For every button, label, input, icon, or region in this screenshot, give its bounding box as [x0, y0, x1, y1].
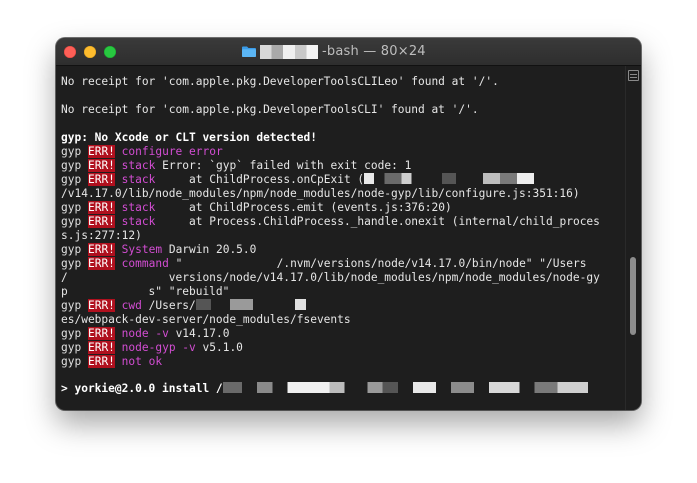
err-label: cwd	[121, 299, 142, 312]
terminal-line: gyp ERR! System Darwin 20.5.0	[61, 243, 256, 257]
redacted-text	[222, 382, 603, 393]
line-text: gyp: No Xcode or CLT version detected!	[61, 131, 317, 144]
err-badge: ERR!	[87, 327, 115, 340]
err-label: stack	[121, 159, 156, 172]
err-message: v5.1.0	[195, 341, 243, 354]
line-text: es/webpack-dev-server/node_modules/fseve…	[61, 313, 351, 326]
terminal-line: / versions/node/v14.17.0/lib/node_module…	[61, 271, 600, 285]
gyp-prefix: gyp	[61, 327, 82, 340]
err-badge: ERR!	[87, 243, 115, 256]
err-badge: ERR!	[87, 257, 115, 270]
err-badge: ERR!	[87, 299, 115, 312]
err-badge: ERR!	[87, 145, 115, 158]
gyp-prefix: gyp	[61, 341, 82, 354]
err-badge: ERR!	[87, 201, 115, 214]
terminal-line: gyp ERR! stack at Process.ChildProcess._…	[61, 215, 600, 229]
err-message: Error: `gyp` failed with exit code: 1	[155, 159, 412, 172]
gyp-prefix: gyp	[61, 215, 82, 228]
err-message: at ChildProcess.emit (events.js:376:20)	[155, 201, 452, 214]
gyp-prefix: gyp	[61, 299, 82, 312]
folder-icon	[242, 46, 256, 57]
redacted-path	[260, 44, 318, 59]
gyp-prefix: gyp	[61, 145, 82, 158]
line-text: No receipt for 'com.apple.pkg.DeveloperT…	[61, 75, 499, 88]
gyp-prefix: gyp	[61, 243, 82, 256]
line-text: / versions/node/v14.17.0/lib/node_module…	[61, 271, 600, 284]
err-message: " /.nvm/versions/node/v14.17.0/bin/node"…	[168, 257, 587, 270]
gyp-prefix: gyp	[61, 201, 82, 214]
err-label: stack	[121, 215, 156, 228]
title-bar: -bash — 80×24	[56, 38, 641, 66]
terminal-line: s.js:277:12)	[61, 229, 142, 243]
err-message: at ChildProcess.onCpExit (	[155, 173, 365, 186]
err-badge: ERR!	[87, 215, 115, 228]
terminal-line: gyp ERR! stack at ChildProcess.emit (eve…	[61, 201, 452, 215]
line-text: No receipt for 'com.apple.pkg.DeveloperT…	[61, 103, 479, 116]
err-message: Darwin 20.5.0	[162, 243, 257, 256]
err-label: System	[121, 243, 163, 256]
terminal-output[interactable]: No receipt for 'com.apple.pkg.DeveloperT…	[56, 66, 626, 410]
err-label: not ok	[121, 355, 163, 368]
window-title-area: -bash — 80×24	[242, 38, 426, 65]
err-label: command	[121, 257, 169, 270]
err-message: at Process.ChildProcess._handle.onexit (…	[155, 215, 600, 228]
line-text: p s" "rebuild"	[61, 285, 230, 298]
terminal-line: /v14.17.0/lib/node_modules/npm/node_modu…	[61, 187, 580, 201]
line-text: /v14.17.0/lib/node_modules/npm/node_modu…	[61, 187, 580, 200]
gyp-prefix: gyp	[61, 355, 82, 368]
terminal-line: gyp ERR! node-gyp -v v5.1.0	[61, 341, 243, 355]
terminal-line: es/webpack-dev-server/node_modules/fseve…	[61, 313, 351, 327]
line-text: s.js:277:12)	[61, 229, 142, 242]
minimize-button[interactable]	[84, 46, 96, 58]
err-label: configure error	[121, 145, 223, 158]
terminal-line: gyp ERR! stack Error: `gyp` failed with …	[61, 159, 411, 173]
gyp-prefix: gyp	[61, 173, 82, 186]
terminal-window: -bash — 80×24 No receipt for 'com.apple.…	[56, 38, 641, 410]
terminal-line: gyp ERR! command " /.nvm/versions/node/v…	[61, 257, 586, 271]
terminal-line: gyp ERR! cwd /Users/	[61, 299, 386, 313]
terminal-line: No receipt for 'com.apple.pkg.DeveloperT…	[61, 75, 499, 89]
gyp-prefix: gyp	[61, 257, 82, 270]
terminal-line: gyp ERR! node -v v14.17.0	[61, 327, 229, 341]
err-label: stack	[121, 173, 156, 186]
err-label: node-gyp -v	[121, 341, 196, 354]
zoom-button[interactable]	[104, 46, 116, 58]
scrollbar[interactable]	[625, 66, 641, 410]
err-badge: ERR!	[87, 173, 115, 186]
terminal-line: No receipt for 'com.apple.pkg.DeveloperT…	[61, 103, 479, 117]
terminal-line: > yorkie@2.0.0 install /	[61, 382, 603, 396]
terminal-line: p s" "rebuild"	[61, 285, 229, 299]
terminal-line: gyp ERR! not ok	[61, 355, 162, 369]
err-badge: ERR!	[87, 159, 115, 172]
redacted-text	[195, 299, 386, 310]
scrollbar-menu-icon[interactable]	[628, 70, 639, 81]
terminal-line: gyp: No Xcode or CLT version detected!	[61, 131, 317, 145]
gyp-prefix: gyp	[61, 159, 82, 172]
scrollbar-thumb[interactable]	[630, 257, 636, 335]
err-label: stack	[121, 201, 156, 214]
err-badge: ERR!	[87, 355, 115, 368]
redacted-text	[364, 173, 535, 184]
terminal-line: gyp ERR! stack at ChildProcess.onCpExit …	[61, 173, 535, 187]
close-button[interactable]	[64, 46, 76, 58]
err-message: v14.17.0	[168, 327, 230, 340]
terminal-line: gyp ERR! configure error	[61, 145, 223, 159]
prompt-text: > yorkie@2.0.0 install /	[61, 382, 223, 395]
err-message: /Users/	[141, 299, 196, 312]
err-badge: ERR!	[87, 341, 115, 354]
window-title: -bash — 80×24	[322, 44, 426, 59]
err-label: node -v	[121, 327, 169, 340]
